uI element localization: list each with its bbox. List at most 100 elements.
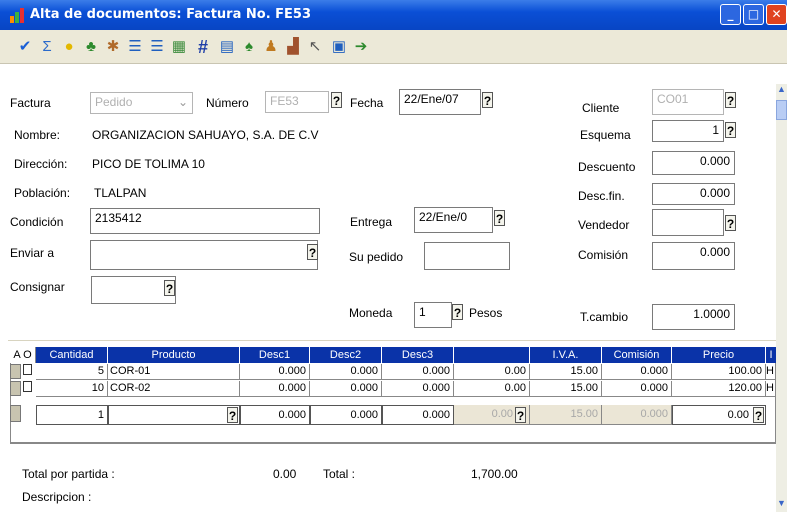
arrow-icon[interactable]: ➔ xyxy=(352,38,370,56)
table-row[interactable] xyxy=(10,364,36,380)
cell-comision[interactable]: 0.000 xyxy=(602,381,672,397)
numero-field[interactable]: FE53 xyxy=(265,91,329,113)
maximize-button[interactable]: □ xyxy=(743,4,764,25)
cell-cantidad[interactable]: 5 xyxy=(36,364,108,380)
cell-desc3[interactable]: 0.000 xyxy=(382,405,454,425)
lines-icon[interactable]: ☰ xyxy=(148,38,166,56)
moneda-field[interactable]: 1 xyxy=(414,302,452,328)
blank-lookup-button[interactable]: ? xyxy=(515,407,526,423)
fecha-lookup-button[interactable]: ? xyxy=(482,92,493,108)
cell-extra[interactable]: H xyxy=(766,381,776,397)
chevron-down-icon[interactable]: ⌄ xyxy=(178,95,188,109)
tools-icon[interactable]: ✱ xyxy=(104,38,122,56)
cliente-field[interactable]: CO01 xyxy=(652,89,724,115)
entrega-field[interactable]: 22/Ene/0 xyxy=(414,207,493,233)
cell-producto[interactable]: COR-02 xyxy=(108,381,240,397)
col-blank-header[interactable] xyxy=(454,347,530,363)
descfin-field[interactable]: 0.000 xyxy=(652,183,735,205)
producto-lookup-button[interactable]: ? xyxy=(227,407,238,423)
consignar-lookup-button[interactable]: ? xyxy=(164,280,175,296)
col-producto-header[interactable]: Producto xyxy=(108,347,240,363)
total-label: Total : xyxy=(323,467,356,481)
close-button[interactable]: ✕ xyxy=(766,4,787,25)
col-cantidad-header[interactable]: Cantidad xyxy=(36,347,108,363)
moneda-lookup-button[interactable]: ? xyxy=(452,304,463,320)
cell-comision[interactable]: 0.000 xyxy=(602,364,672,380)
cell-extra[interactable]: H xyxy=(766,364,776,380)
cell-desc1[interactable]: 0.000 xyxy=(240,381,310,397)
tcambio-field[interactable]: 1.0000 xyxy=(652,304,735,330)
supedido-field[interactable] xyxy=(424,242,510,270)
doc-icon[interactable] xyxy=(23,364,32,375)
vendedor-lookup-button[interactable]: ? xyxy=(725,215,736,231)
calc-icon[interactable]: ▣ xyxy=(330,38,348,56)
pointer-icon[interactable]: ↖ xyxy=(306,38,324,56)
comision-field[interactable]: 0.000 xyxy=(652,242,735,270)
scroll-down-icon[interactable]: ▼ xyxy=(776,498,787,510)
cell-desc3[interactable]: 0.000 xyxy=(382,381,454,397)
cell-cantidad[interactable]: 1 xyxy=(36,405,108,425)
cell-desc2[interactable]: 0.000 xyxy=(310,364,382,380)
cell-precio[interactable]: 0.00 xyxy=(672,405,766,425)
cell-producto[interactable]: COR-01 xyxy=(108,364,240,380)
enviar-field[interactable] xyxy=(90,240,318,270)
cell-desc3[interactable]: 0.000 xyxy=(382,364,454,380)
lines-icon[interactable]: ☰ xyxy=(126,38,144,56)
row-selector[interactable] xyxy=(10,364,21,379)
doc-icon[interactable]: ▤ xyxy=(218,38,236,56)
descuento-field[interactable]: 0.000 xyxy=(652,151,735,175)
enviar-lookup-button[interactable]: ? xyxy=(307,244,318,260)
cell-comision[interactable]: 0.000 xyxy=(602,405,672,425)
esquema-lookup-button[interactable]: ? xyxy=(725,122,736,138)
cell-blank[interactable]: 0.00 xyxy=(454,364,530,380)
cell-desc1[interactable]: 0.000 xyxy=(240,405,310,425)
cell-precio[interactable]: 120.00 xyxy=(672,381,766,397)
sigma-icon[interactable]: Σ xyxy=(38,38,56,56)
hash-icon[interactable]: # xyxy=(194,38,212,56)
grid-icon[interactable]: ▦ xyxy=(170,38,188,56)
scroll-thumb[interactable] xyxy=(776,100,787,120)
cell-precio[interactable]: 100.00 xyxy=(672,364,766,380)
vertical-scrollbar[interactable]: ▲ ▼ xyxy=(776,84,787,512)
bulb-icon[interactable]: ● xyxy=(60,38,78,56)
cell-cantidad[interactable]: 10 xyxy=(36,381,108,397)
doc-icon[interactable] xyxy=(23,381,32,392)
col-comision-header[interactable]: Comisión xyxy=(602,347,672,363)
empty-row[interactable] xyxy=(10,426,776,443)
minimize-button[interactable]: _ xyxy=(720,4,741,25)
scroll-up-icon[interactable]: ▲ xyxy=(776,84,787,96)
col-extra-header[interactable]: I xyxy=(766,347,776,363)
cell-producto[interactable] xyxy=(108,405,240,425)
cell-desc1[interactable]: 0.000 xyxy=(240,364,310,380)
col-precio-header[interactable]: Precio xyxy=(672,347,766,363)
row-selector[interactable] xyxy=(10,381,21,396)
vendedor-field[interactable] xyxy=(652,209,724,236)
col-iva-header[interactable]: I.V.A. xyxy=(530,347,602,363)
entrega-lookup-button[interactable]: ? xyxy=(494,210,505,226)
col-desc1-header[interactable]: Desc1 xyxy=(240,347,310,363)
title-bar[interactable]: Alta de documentos: Factura No. FE53 _ □… xyxy=(0,0,787,30)
check-icon[interactable]: ✔ xyxy=(16,38,34,56)
col-desc3-header[interactable]: Desc3 xyxy=(382,347,454,363)
graph-icon[interactable]: ▟ xyxy=(284,38,302,56)
cell-iva[interactable]: 15.00 xyxy=(530,405,602,425)
row-selector[interactable] xyxy=(10,405,21,422)
person-icon[interactable]: ♟ xyxy=(262,38,280,56)
cell-iva[interactable]: 15.00 xyxy=(530,364,602,380)
cell-iva[interactable]: 15.00 xyxy=(530,381,602,397)
condicion-field[interactable]: 2135412 xyxy=(90,208,320,234)
table-row[interactable] xyxy=(10,405,36,423)
esquema-field[interactable]: 1 xyxy=(652,120,724,142)
tipo-select[interactable]: Pedido ⌄ xyxy=(90,92,193,114)
cell-blank[interactable]: 0.00 xyxy=(454,381,530,397)
cell-desc2[interactable]: 0.000 xyxy=(310,381,382,397)
precio-lookup-button[interactable]: ? xyxy=(753,407,764,423)
cliente-lookup-button[interactable]: ? xyxy=(725,92,736,108)
numero-lookup-button[interactable]: ? xyxy=(331,92,342,108)
people-icon[interactable]: ♣ xyxy=(82,38,100,56)
tree-icon[interactable]: ♠ xyxy=(240,38,258,56)
cell-desc2[interactable]: 0.000 xyxy=(310,405,382,425)
col-desc2-header[interactable]: Desc2 xyxy=(310,347,382,363)
table-row[interactable] xyxy=(10,381,36,397)
fecha-field[interactable]: 22/Ene/07 xyxy=(399,89,481,115)
